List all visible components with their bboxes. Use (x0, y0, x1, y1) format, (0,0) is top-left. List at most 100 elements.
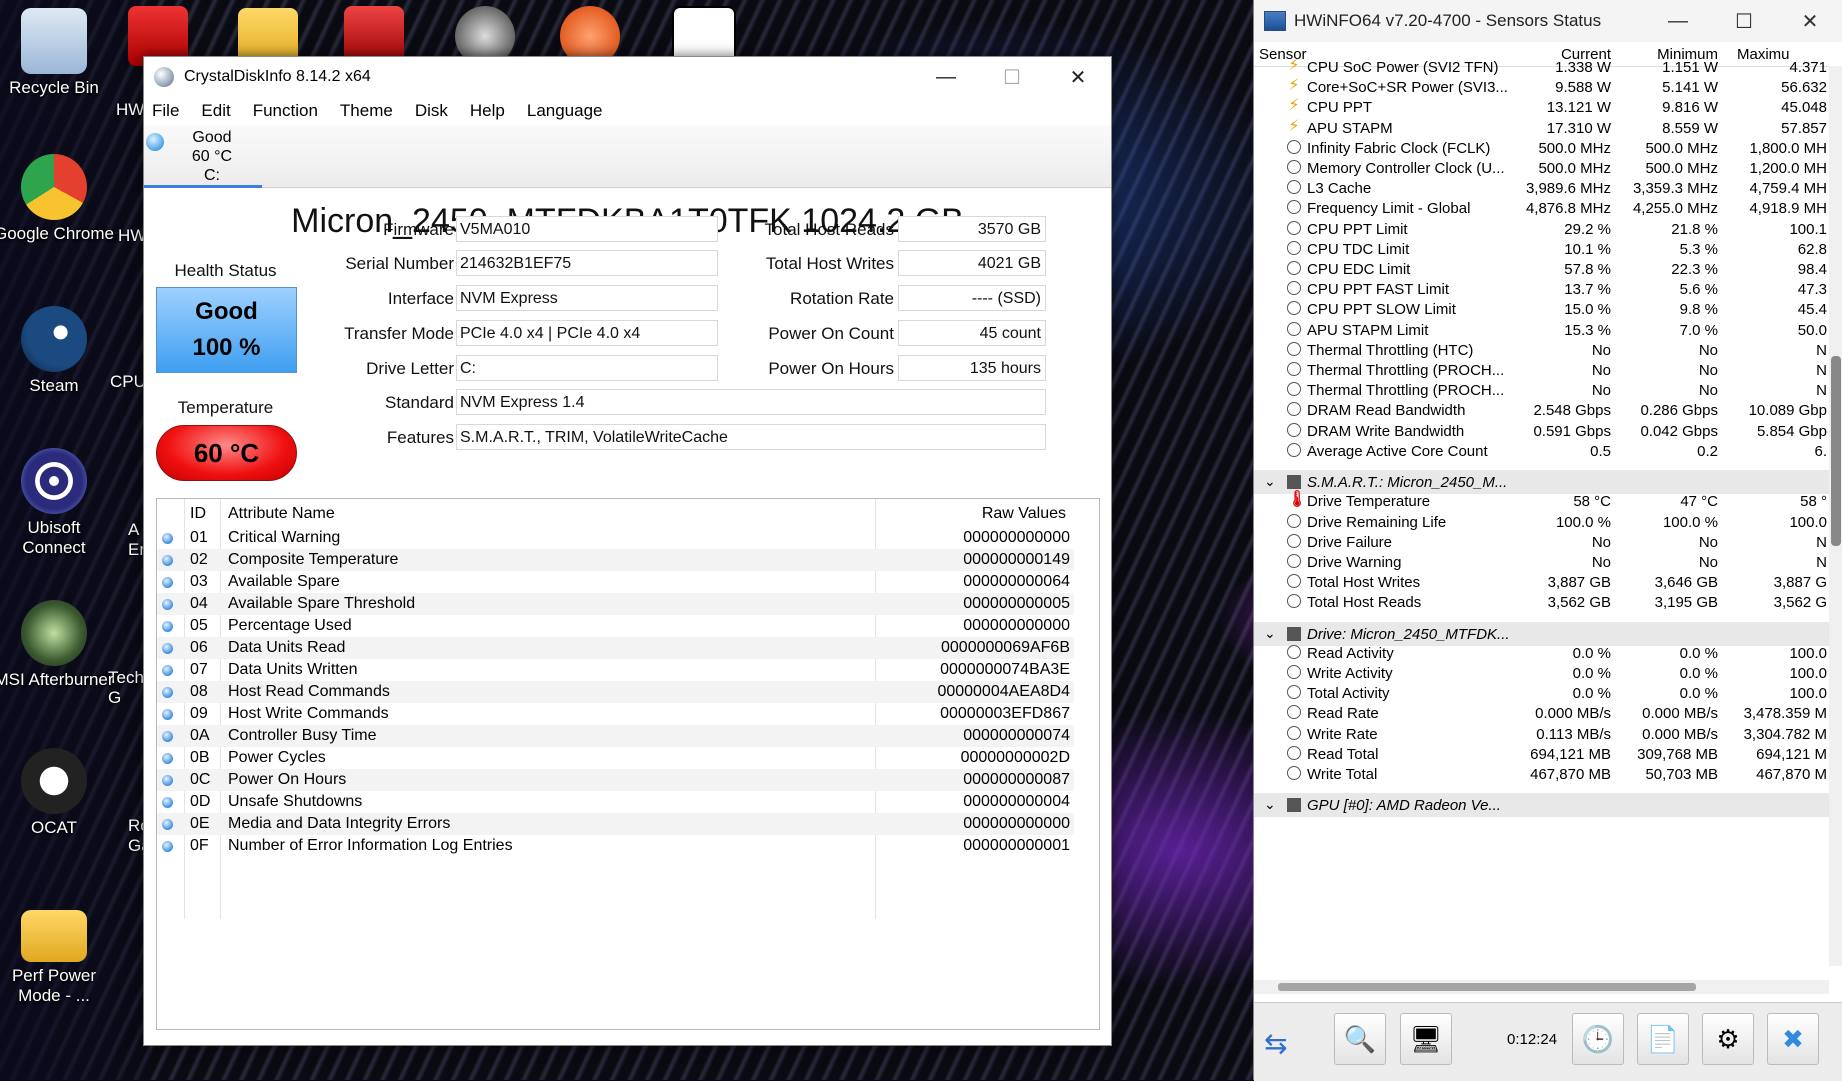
close-button[interactable]: ✕ (1045, 57, 1111, 97)
table-row[interactable]: 0F Number of Error Information Log Entrie… (157, 835, 1074, 857)
sensor-current: 29.2 % (1564, 220, 1611, 238)
desktop-icon-recycle-bin[interactable]: Recycle Bin (0, 8, 114, 98)
attribute-name: Data Units Written (228, 661, 358, 678)
menu-function[interactable]: Function (253, 101, 318, 121)
sensor-minimum: 21.8 % (1671, 220, 1718, 238)
desktop-icon-msi-afterburner[interactable]: MSI Afterburner (0, 600, 114, 690)
attribute-name: Host Write Commands (228, 705, 389, 722)
sensor-name: DRAM Read Bandwidth (1307, 402, 1466, 420)
minimize-button[interactable]: — (913, 57, 979, 97)
desktop-icon-perf-power-mode[interactable]: Perf Power Mode - ... (0, 900, 114, 1006)
maximize-button[interactable]: ☐ (1711, 0, 1777, 42)
attribute-name: Composite Temperature (228, 551, 399, 568)
attribute-raw-value: 0000000074BA3E (940, 661, 1070, 678)
status-dot-icon (162, 775, 173, 786)
desktop-icon-steam[interactable]: Steam (0, 306, 114, 396)
temperature-label: Temperature (177, 398, 274, 417)
chevron-down-icon[interactable]: ⌄ (1264, 473, 1276, 490)
sensor-current: 100.0 % (1555, 513, 1611, 531)
sensor-minimum: 50,703 MB (1645, 766, 1718, 783)
sensor-row[interactable]: Average Active Core Count 0.5 0.2 6. (1254, 440, 1829, 464)
sensor-maximum: 100.0 (1789, 644, 1827, 662)
sensor-group-name: S.M.A.R.T.: Micron_2450_M... (1307, 474, 1508, 492)
chevron-down-icon[interactable]: ⌄ (1264, 796, 1276, 813)
table-row[interactable]: 02 Composite Temperature 000000000149 (157, 549, 1074, 571)
sensor-minimum: 5.3 % (1679, 240, 1718, 258)
table-row[interactable]: 0E Media and Data Integrity Errors 0000000… (157, 813, 1074, 835)
sensor-name: Total Activity (1307, 685, 1390, 703)
attribute-raw-value: 000000000000 (963, 529, 1070, 546)
table-row[interactable]: 08 Host Read Commands 00000004AEA8D4 (157, 681, 1074, 703)
drive-tab-selected-indicator (144, 185, 262, 188)
table-row[interactable]: 03 Available Spare 000000000064 (157, 571, 1074, 593)
vertical-scrollbar[interactable] (1829, 66, 1842, 966)
sensor-name: Frequency Limit - Global (1307, 200, 1471, 218)
table-row[interactable]: 04 Available Spare Threshold 000000000005 (157, 593, 1074, 615)
table-row[interactable]: 0C Power On Hours 000000000087 (157, 769, 1074, 791)
menu-disk[interactable]: Disk (415, 101, 448, 121)
sensor-clock-icon (1287, 442, 1301, 457)
search-sensor-button[interactable]: 🔍 (1334, 1013, 1386, 1065)
sensor-group-header[interactable]: ⌄ GPU [#0]: AMD Radeon Ve... (1254, 793, 1829, 818)
table-row[interactable]: 0B Power Cycles 00000000002D (157, 747, 1074, 769)
sensor-clock-icon (1287, 644, 1301, 659)
sensor-name: APU STAPM (1307, 119, 1393, 137)
chrome-icon (21, 154, 87, 220)
settings-button[interactable]: ⚙ (1702, 1013, 1754, 1065)
menu-edit[interactable]: Edit (201, 101, 230, 121)
sensor-minimum: 8.559 W (1662, 119, 1718, 137)
sensor-current: 13.121 W (1546, 99, 1611, 117)
sensor-name: CPU PPT Limit (1307, 220, 1408, 238)
table-row[interactable]: 06 Data Units Read 0000000069AF6B (157, 637, 1074, 659)
gear-icon: ⚙ (1716, 1024, 1740, 1054)
menu-file[interactable]: File (152, 101, 179, 121)
attribute-name: Critical Warning (228, 529, 341, 546)
sensor-current: 3,562 GB (1547, 594, 1611, 612)
column-header-raw-values[interactable]: Raw Values (881, 505, 1066, 523)
sensor-maximum: N (1816, 382, 1827, 400)
standard-label: Standard (385, 393, 454, 412)
sensor-clock-icon (1287, 220, 1301, 235)
sensor-name: CPU SoC Power (SVI2 TFN) (1307, 59, 1499, 76)
column-header-attribute-name[interactable]: Attribute Name (228, 505, 335, 523)
attribute-raw-value: 0000000069AF6B (941, 639, 1070, 656)
close-sensors-button[interactable]: ✖ (1767, 1013, 1819, 1065)
scrollbar-thumb[interactable] (1831, 356, 1841, 546)
table-row[interactable]: 05 Percentage Used 000000000000 (157, 615, 1074, 637)
sensor-name: Thermal Throttling (PROCH... (1307, 382, 1505, 400)
desktop-icon-ocat[interactable]: OCAT (0, 748, 114, 838)
sensor-current: 15.3 % (1564, 321, 1611, 339)
sensor-maximum: N (1816, 341, 1827, 359)
chevron-down-icon[interactable]: ⌄ (1264, 625, 1276, 642)
features-value: S.M.A.R.T., TRIM, VolatileWriteCache (456, 424, 1046, 450)
menu-theme[interactable]: Theme (340, 101, 393, 121)
reset-timer-button[interactable]: 🕒 (1572, 1013, 1624, 1065)
network-button[interactable]: 🖥 (1400, 1013, 1452, 1065)
sensor-name: Average Active Core Count (1307, 442, 1488, 460)
sensor-maximum: N (1816, 362, 1827, 379)
smart-attribute-table[interactable]: ID Attribute Name Raw Values 01 Critical … (156, 498, 1100, 1030)
close-button[interactable]: ✕ (1777, 0, 1842, 42)
desktop-icon-ubisoft[interactable]: Ubisoft Connect (0, 448, 114, 558)
table-row[interactable]: 09 Host Write Commands 00000003EFD867 (157, 703, 1074, 725)
sensor-current: 4,876.8 MHz (1525, 200, 1611, 218)
sensor-row[interactable]: Write Total 467,870 MB 50,703 MB 467,870 M (1254, 763, 1829, 787)
collapse-expand-arrows-icon[interactable]: ⇆ (1264, 1027, 1288, 1060)
status-dot-icon (162, 731, 173, 742)
scrollbar-thumb[interactable] (1278, 983, 1696, 991)
desktop-icon-chrome[interactable]: Google Chrome (0, 154, 114, 244)
menu-help[interactable]: Help (470, 101, 505, 121)
minimize-button[interactable]: — (1645, 0, 1711, 42)
maximize-button[interactable]: ☐ (979, 57, 1045, 97)
lightning-icon: ⚡ (1288, 57, 1300, 74)
table-row[interactable]: 0D Unsafe Shutdowns 000000000004 (157, 791, 1074, 813)
horizontal-scrollbar[interactable] (1254, 980, 1829, 994)
column-header-id[interactable]: ID (190, 505, 206, 523)
menu-language[interactable]: Language (527, 101, 603, 121)
table-row[interactable]: 01 Critical Warning 000000000000 (157, 527, 1074, 549)
logging-button[interactable]: 📄 (1637, 1013, 1689, 1065)
sensor-row[interactable]: Total Host Reads 3,562 GB 3,195 GB 3,562 G (1254, 591, 1829, 615)
drive-tab-c[interactable]: Good 60 °C C: (144, 125, 262, 188)
table-row[interactable]: 0A Controller Busy Time 000000000074 (157, 725, 1074, 747)
table-row[interactable]: 07 Data Units Written 0000000074BA3E (157, 659, 1074, 681)
